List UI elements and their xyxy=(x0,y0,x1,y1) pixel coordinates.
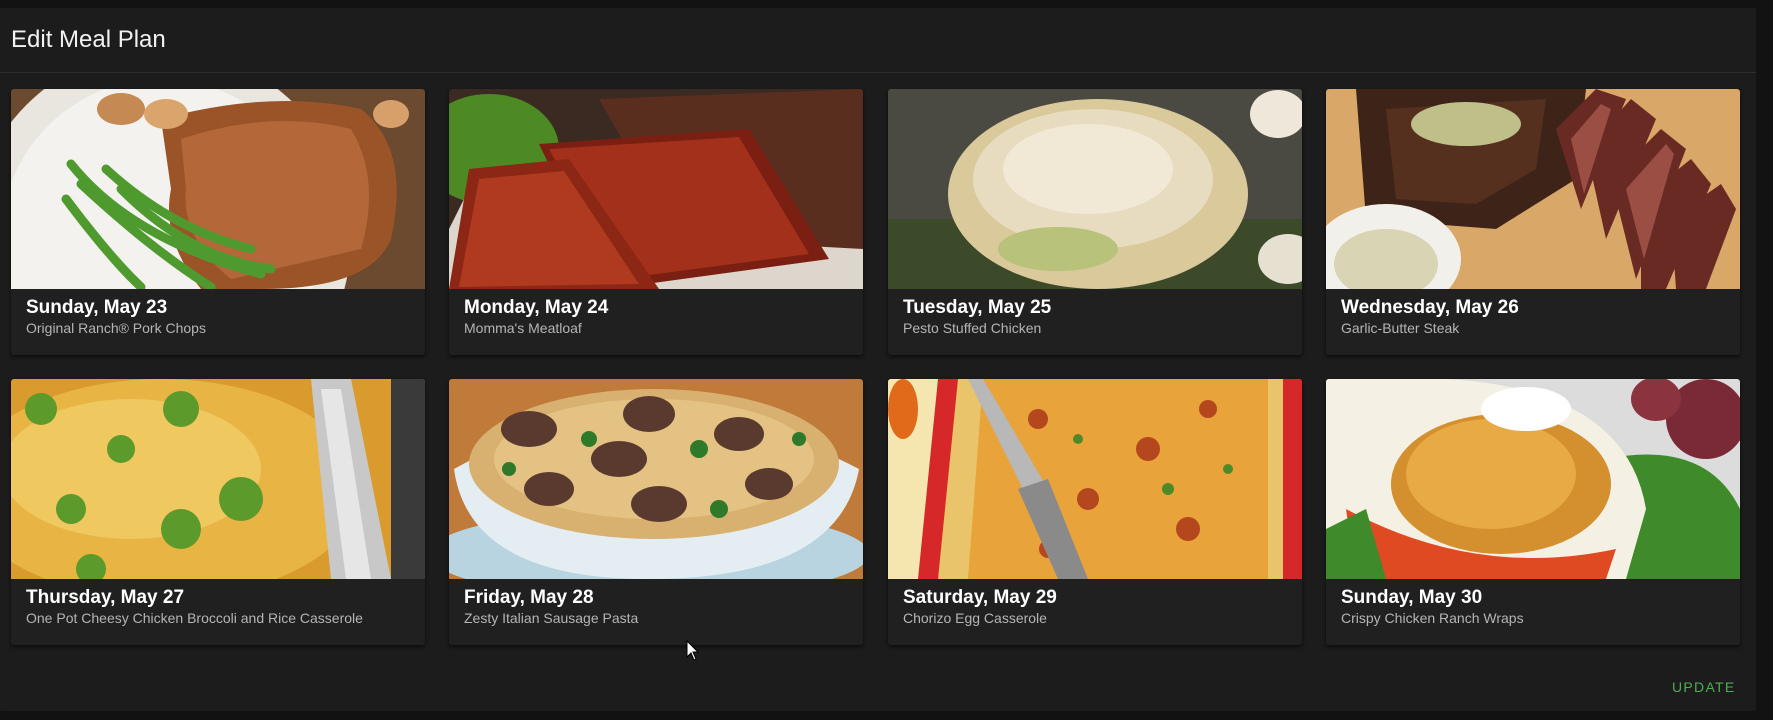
meal-card-sunday-may-23[interactable]: Sunday, May 23 Original Ranch® Pork Chop… xyxy=(11,89,425,355)
meal-card-wednesday-may-26[interactable]: Wednesday, May 26 Garlic-Butter Steak xyxy=(1326,89,1740,355)
meal-name: Chorizo Egg Casserole xyxy=(903,610,1047,626)
meal-photo-sausage-pasta xyxy=(449,379,863,579)
meal-card-saturday-may-29[interactable]: Saturday, May 29 Chorizo Egg Casserole xyxy=(888,379,1302,645)
meal-card-tuesday-may-25[interactable]: Tuesday, May 25 Pesto Stuffed Chicken xyxy=(888,89,1302,355)
meal-card-thursday-may-27[interactable]: Thursday, May 27 One Pot Cheesy Chicken … xyxy=(11,379,425,645)
meal-day: Friday, May 28 xyxy=(464,587,594,608)
meal-day: Tuesday, May 25 xyxy=(903,297,1052,318)
meal-day: Saturday, May 29 xyxy=(903,587,1057,608)
meal-name: Original Ranch® Pork Chops xyxy=(26,320,206,336)
meal-day: Sunday, May 30 xyxy=(1341,587,1483,608)
dialog-header: Edit Meal Plan xyxy=(0,8,1756,73)
meal-card-monday-may-24[interactable]: Monday, May 24 Momma's Meatloaf xyxy=(449,89,863,355)
meal-photo-stuffed-chicken xyxy=(888,89,1302,289)
meal-photo-chicken-wraps xyxy=(1326,379,1740,579)
meal-card-sunday-may-30[interactable]: Sunday, May 30 Crispy Chicken Ranch Wrap… xyxy=(1326,379,1740,645)
meal-name: Pesto Stuffed Chicken xyxy=(903,320,1042,336)
meal-day: Wednesday, May 26 xyxy=(1341,297,1519,318)
meal-name: Zesty Italian Sausage Pasta xyxy=(464,610,639,626)
dialog-title: Edit Meal Plan xyxy=(11,26,166,53)
meal-day: Monday, May 24 xyxy=(464,297,609,318)
edit-meal-plan-dialog: Edit Meal Plan Sunday, May 23 Original R… xyxy=(0,8,1756,711)
meal-card-friday-may-28[interactable]: Friday, May 28 Zesty Italian Sausage Pas… xyxy=(449,379,863,645)
meal-name: Momma's Meatloaf xyxy=(464,320,582,336)
meal-day: Sunday, May 23 xyxy=(26,297,168,318)
meal-photo-chorizo-casserole xyxy=(888,379,1302,579)
meal-name: Crispy Chicken Ranch Wraps xyxy=(1341,610,1524,626)
meal-photo-steak xyxy=(1326,89,1740,289)
mouse-cursor-icon xyxy=(686,640,700,661)
meal-day: Thursday, May 27 xyxy=(26,587,185,608)
update-button[interactable]: UPDATE xyxy=(1664,673,1744,701)
meal-photo-meatloaf xyxy=(449,89,863,289)
meal-photo-broccoli-casserole xyxy=(11,379,425,579)
meal-name: One Pot Cheesy Chicken Broccoli and Rice… xyxy=(26,610,363,626)
meal-name: Garlic-Butter Steak xyxy=(1341,320,1460,336)
meal-photo-pork-chops xyxy=(11,89,425,289)
